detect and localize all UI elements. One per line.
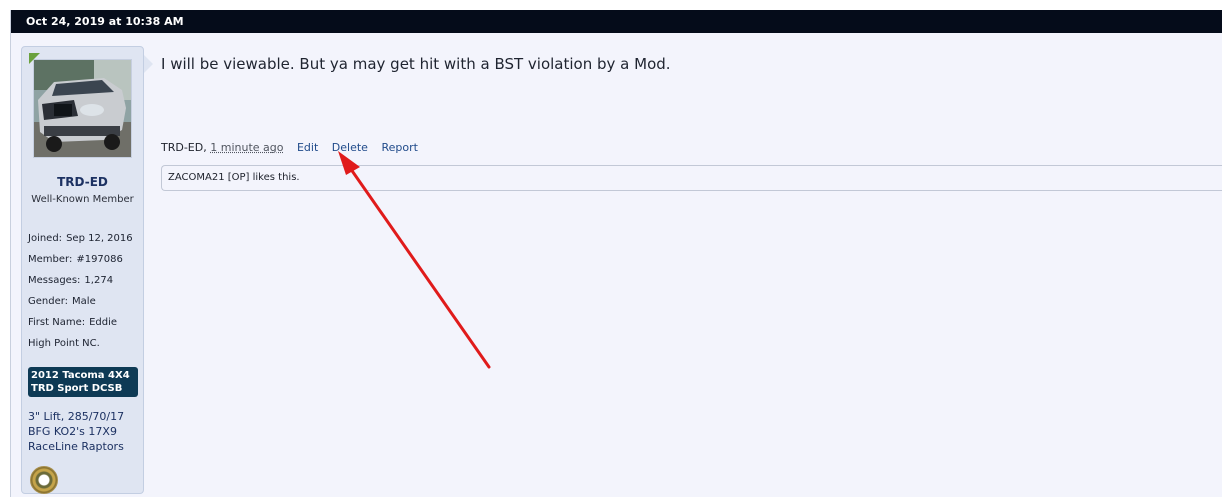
stat-label: Joined: (28, 233, 63, 244)
army-medal-icon[interactable] (30, 466, 58, 494)
delete-link[interactable]: Delete (332, 141, 368, 154)
vehicle-extra: RaceLine Raptors (28, 440, 124, 453)
vehicle-badge-line1: 2012 Tacoma 4X4 (31, 370, 130, 381)
post-meta: TRD-ED, 1 minute ago Edit Delete Report (161, 141, 418, 154)
user-location: High Point NC. (28, 338, 100, 349)
vehicle-badge: 2012 Tacoma 4X4 TRD Sport DCSB (28, 367, 138, 397)
vehicle-badge-line2: TRD Sport DCSB (31, 383, 123, 394)
post: Oct 24, 2019 at 10:38 AM TRD-ED Well-Kno… (10, 10, 1222, 497)
avatar[interactable] (33, 59, 132, 158)
likes-summary: ZACOMA21 [OP] likes this. (161, 165, 1222, 191)
stat-value: Sep 12, 2016 (66, 233, 133, 244)
stat-label: Gender: (28, 296, 69, 307)
edit-link[interactable]: Edit (297, 141, 318, 154)
stat-label: Messages: (28, 275, 81, 286)
report-link[interactable]: Report (381, 141, 417, 154)
post-author[interactable]: TRD-ED (161, 141, 203, 154)
username[interactable]: TRD-ED (22, 175, 143, 189)
user-info-panel: TRD-ED Well-Known Member Joined: Sep 12, … (21, 46, 144, 494)
vehicle-extra: BFG KO2's 17X9 (28, 425, 117, 438)
stat-member: Member: #197086 (28, 254, 123, 265)
stat-messages: Messages: 1,274 (28, 275, 113, 286)
stat-value: Male (72, 296, 96, 307)
post-date: Oct 24, 2019 at 10:38 AM (26, 15, 184, 28)
stat-first-name: First Name: Eddie (28, 317, 117, 328)
post-message: I will be viewable. But ya may get hit w… (161, 55, 671, 73)
online-flag-icon (29, 53, 40, 64)
stat-label: First Name: (28, 317, 86, 328)
user-title: Well-Known Member (31, 194, 134, 205)
speech-pointer (144, 55, 153, 73)
stat-joined: Joined: Sep 12, 2016 (28, 233, 133, 244)
stat-gender: Gender: Male (28, 296, 96, 307)
truck-avatar-image (34, 60, 131, 157)
stat-value: Eddie (89, 317, 118, 328)
post-date-header: Oct 24, 2019 at 10:38 AM (11, 10, 1222, 33)
stat-label: Member: (28, 254, 73, 265)
post-time[interactable]: 1 minute ago (210, 141, 283, 154)
stat-value[interactable]: 1,274 (84, 275, 113, 286)
vehicle-extra: 3" Lift, 285/70/17 (28, 410, 125, 423)
stat-value: #197086 (76, 254, 123, 265)
post-body: TRD-ED Well-Known Member Joined: Sep 12, … (11, 33, 1222, 497)
